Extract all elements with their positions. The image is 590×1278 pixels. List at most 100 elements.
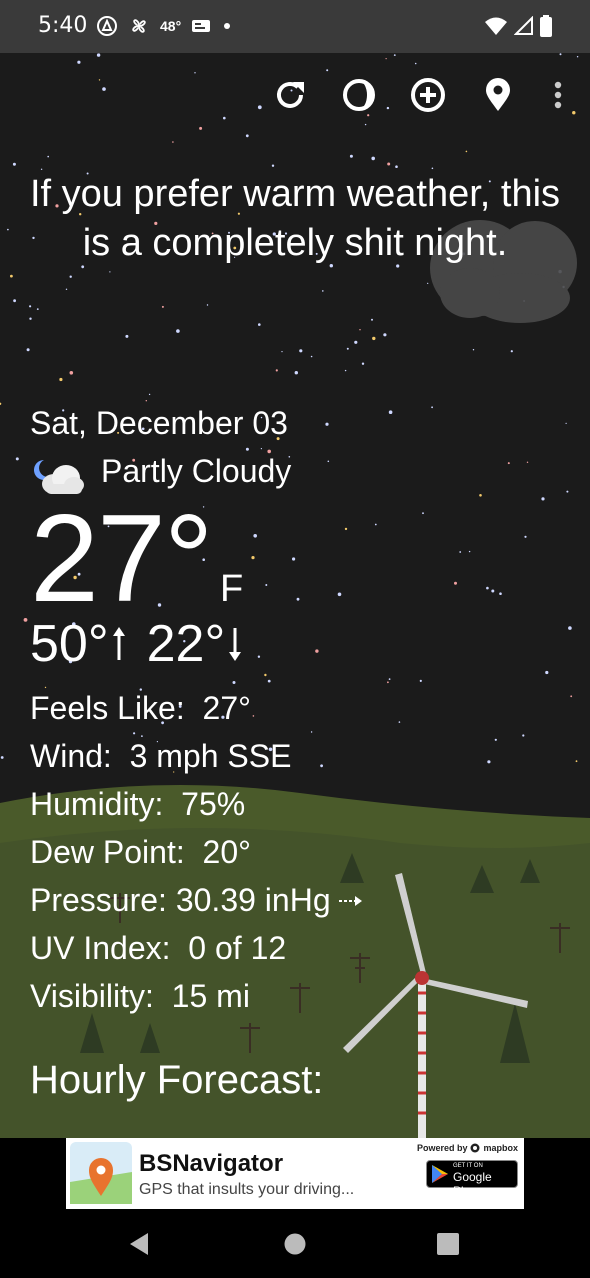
moon-icon[interactable] [340,76,378,114]
star [486,586,489,590]
star [148,393,151,396]
star [387,162,391,166]
back-icon[interactable] [128,1232,152,1256]
pressure-label: Pressure: [30,882,167,918]
humidity-value: 75% [181,786,246,822]
uv-index-label: UV Index: [30,930,171,966]
star [172,141,174,143]
star [265,584,268,586]
status-icons-right [484,15,552,37]
add-location-icon[interactable] [409,76,447,114]
star [494,738,497,741]
star [479,494,482,497]
star [388,678,391,680]
star [344,527,348,531]
star [559,53,562,56]
star [10,274,13,278]
high-temperature: 50° [30,615,109,673]
star [257,105,262,110]
card-icon [192,20,211,32]
star [507,462,510,465]
star [125,334,129,338]
ad-banner[interactable]: BSNavigator GPS that insults your drivin… [66,1138,524,1209]
status-time: 5:40 [38,13,88,38]
star [65,288,68,290]
star [327,460,330,463]
star [499,592,502,595]
star [387,681,389,684]
temperature-unit: F [220,568,244,610]
ad-title: BSNavigator [139,1150,284,1177]
star [346,347,349,350]
powered-by-label: Powered by [416,1143,468,1153]
star [570,695,573,698]
star [44,686,47,689]
play-store-icon [432,1165,448,1183]
star [371,156,376,161]
star [0,756,4,759]
star [372,336,376,341]
detail-row: Humidity: 75% [30,786,245,823]
star [522,734,525,737]
star [364,123,367,126]
detail-row: Visibility: 15 mi [30,978,250,1015]
mapbox-label: mapbox [483,1143,518,1153]
dew-point-value: 20° [202,834,251,870]
location-pin-icon[interactable] [479,76,517,114]
signal-icon [514,16,533,35]
feels-like-value: 27° [202,690,251,726]
star [258,323,261,326]
arrow-down-icon [229,628,242,661]
star [322,290,324,292]
star [36,308,39,310]
current-temperature: 27° [30,490,214,628]
play-get-it-on: GET IT ON [453,1163,483,1169]
home-icon[interactable] [283,1232,307,1256]
star [398,721,401,723]
star [253,534,257,538]
star [472,349,475,351]
star [133,732,136,735]
star [199,126,203,130]
star [388,410,393,415]
star [568,626,572,630]
star [386,106,390,110]
star [320,764,323,768]
star [102,87,106,91]
star [326,69,329,72]
star [344,369,347,372]
star [427,282,429,284]
star [292,557,296,561]
recents-icon[interactable] [436,1232,460,1256]
star [23,618,28,622]
play-google-play: Google Play [453,1170,492,1198]
star [393,54,396,56]
refresh-icon[interactable] [271,76,309,114]
star [26,348,30,352]
star [510,350,513,353]
star [251,556,255,560]
star [468,550,471,553]
star [260,448,262,450]
google-play-badge[interactable]: GET IT ON Google Play [426,1160,518,1198]
star [161,305,164,308]
date-label: Sat, December 03 [30,405,288,441]
overflow-menu-icon[interactable] [548,76,568,114]
star [361,362,365,365]
arrow-right-icon [338,895,362,906]
hotspot-icon [97,16,117,36]
humidity-label: Humidity: [30,786,164,822]
star [395,165,398,168]
star [29,317,32,320]
star [69,371,74,375]
star [145,400,147,402]
star [487,760,491,764]
battery-icon [540,15,552,37]
dot-icon [224,23,231,29]
mapbox-logo-icon [470,1143,480,1153]
star [541,497,545,501]
hourly-forecast-heading: Hourly Forecast: [30,1058,324,1102]
star [264,673,267,677]
star [7,228,9,231]
dew-point-label: Dew Point: [30,834,185,870]
